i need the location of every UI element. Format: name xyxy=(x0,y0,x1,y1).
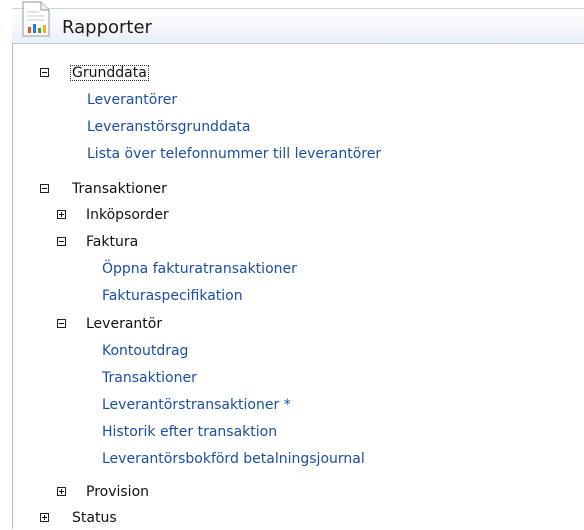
report-link[interactable]: Historik efter transaktion xyxy=(102,424,277,440)
tree-node-provision[interactable]: Provision xyxy=(84,480,151,504)
tree-node-label[interactable]: Transaktioner xyxy=(70,181,169,197)
tree-link-transaktioner[interactable]: Transaktioner xyxy=(102,366,197,390)
report-link[interactable]: Leverantörsbokförd betalningsjournal xyxy=(102,451,365,467)
report-link[interactable]: Kontoutdrag xyxy=(102,343,188,359)
inkopsorder-expand-toggle[interactable] xyxy=(57,210,66,219)
report-link[interactable]: Transaktioner xyxy=(102,370,197,386)
tree-link-leveranstorsgrunddata[interactable]: Leveranstörsgrunddata xyxy=(87,115,250,139)
tree-node-label[interactable]: Faktura xyxy=(84,234,140,250)
report-link[interactable]: Lista över telefonnummer till leverantör… xyxy=(87,146,381,162)
tree-node-label[interactable]: Inköpsorder xyxy=(84,207,171,223)
leverantor-collapse-toggle[interactable] xyxy=(57,319,66,328)
report-link[interactable]: Leverantörstransaktioner * xyxy=(102,397,291,413)
tree-node-transaktioner[interactable]: Transaktioner xyxy=(70,177,169,201)
tree-node-label[interactable]: Leverantör xyxy=(84,316,164,332)
panel-left-border xyxy=(12,26,13,529)
tree-node-label[interactable]: Provision xyxy=(84,484,151,500)
tree-node-label[interactable]: Status xyxy=(70,510,119,526)
tree-node-leverantor[interactable]: Leverantör xyxy=(84,312,164,336)
reports-panel: Rapporter Grunddata Leverantörer Leveran… xyxy=(0,0,584,529)
tree-link-telefonnummer[interactable]: Lista över telefonnummer till leverantör… xyxy=(87,142,381,166)
report-link[interactable]: Fakturaspecifikation xyxy=(102,288,243,304)
tree-node-faktura[interactable]: Faktura xyxy=(84,230,140,254)
grunddata-collapse-toggle[interactable] xyxy=(40,68,49,77)
tree-node-label[interactable]: Grunddata xyxy=(70,65,149,81)
tree-node-status[interactable]: Status xyxy=(70,506,119,530)
tree-node-inkopsorder[interactable]: Inköpsorder xyxy=(84,203,171,227)
tree-link-oppna-fakturatransaktioner[interactable]: Öppna fakturatransaktioner xyxy=(102,257,297,281)
report-link[interactable]: Öppna fakturatransaktioner xyxy=(102,261,297,277)
tree-link-leverantorer[interactable]: Leverantörer xyxy=(87,88,177,112)
tree-link-historik-efter-transaktion[interactable]: Historik efter transaktion xyxy=(102,420,277,444)
panel-title: Rapporter xyxy=(62,17,152,38)
transaktioner-collapse-toggle[interactable] xyxy=(40,184,49,193)
report-chart-icon xyxy=(20,1,52,37)
provision-expand-toggle[interactable] xyxy=(57,487,66,496)
tree-link-leverantorstransaktioner[interactable]: Leverantörstransaktioner * xyxy=(102,393,291,417)
status-expand-toggle[interactable] xyxy=(40,513,49,522)
report-link[interactable]: Leveranstörsgrunddata xyxy=(87,119,250,135)
tree-link-fakturaspecifikation[interactable]: Fakturaspecifikation xyxy=(102,284,243,308)
tree-link-betalningsjournal[interactable]: Leverantörsbokförd betalningsjournal xyxy=(102,447,365,471)
faktura-collapse-toggle[interactable] xyxy=(57,237,66,246)
panel-header: Rapporter xyxy=(12,1,584,44)
report-link[interactable]: Leverantörer xyxy=(87,92,177,108)
tree-node-grunddata[interactable]: Grunddata xyxy=(70,61,149,85)
tree-link-kontoutdrag[interactable]: Kontoutdrag xyxy=(102,339,188,363)
